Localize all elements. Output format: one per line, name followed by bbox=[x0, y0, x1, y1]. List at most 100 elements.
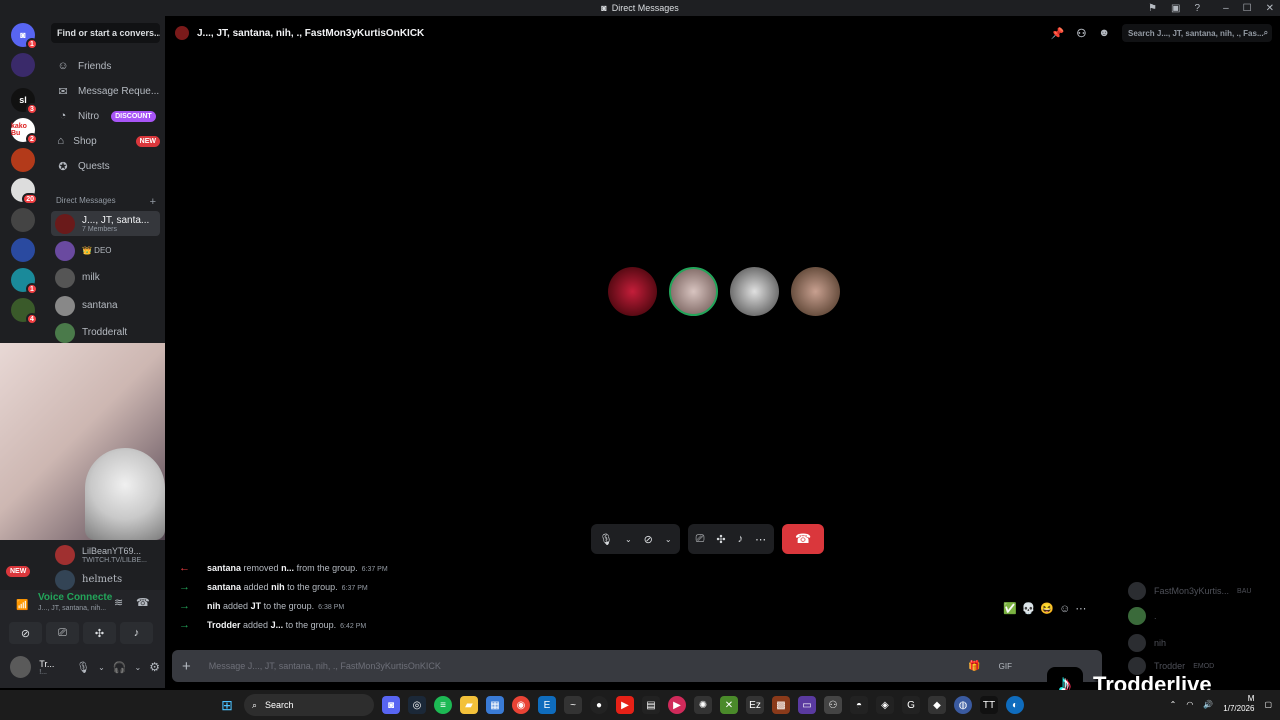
soundboard-icon[interactable]: ♪ bbox=[738, 533, 744, 545]
msg-target[interactable]: nih bbox=[271, 582, 285, 592]
chevron-down-icon[interactable]: ⌄ bbox=[98, 663, 105, 672]
chevron-down-icon[interactable]: ⌄ bbox=[665, 535, 672, 544]
windows-start-icon[interactable]: ⊞ bbox=[218, 696, 236, 714]
dm-item-group[interactable]: J..., JT, santa... 7 Members bbox=[51, 211, 160, 236]
screen-share-button[interactable]: ⎚ bbox=[46, 622, 79, 644]
wifi-icon[interactable]: ◠ bbox=[1186, 700, 1193, 709]
more-icon[interactable]: ⋯ bbox=[755, 533, 766, 546]
photos-app-icon[interactable]: ▦ bbox=[486, 696, 504, 714]
more-icon[interactable]: ⋯ bbox=[1075, 602, 1086, 615]
gif-icon[interactable]: GIF bbox=[999, 662, 1012, 671]
chevron-down-icon[interactable]: ⌄ bbox=[135, 663, 142, 672]
server-icon[interactable] bbox=[11, 53, 35, 77]
soundboard-button[interactable]: ♪ bbox=[120, 622, 153, 644]
app-icon[interactable]: ◈ bbox=[876, 696, 894, 714]
chevron-up-icon[interactable]: ⌃ bbox=[1170, 700, 1177, 709]
app-icon[interactable]: ◓ bbox=[850, 696, 868, 714]
msg-actor[interactable]: nih bbox=[207, 601, 221, 611]
camera-off-icon[interactable]: ⊘ bbox=[644, 533, 653, 546]
nav-nitro[interactable]: ◔ Nitro DISCOUNT bbox=[51, 105, 160, 127]
server-icon[interactable]: kako Bu 2 bbox=[11, 118, 38, 145]
message-composer[interactable]: + Message J..., JT, santana, nih, ., Fas… bbox=[172, 650, 1102, 682]
member-item[interactable]: FastMon3yKurtis... BAU bbox=[1128, 580, 1251, 602]
member-list-icon[interactable]: ☻ bbox=[1098, 27, 1110, 39]
server-icon[interactable]: 1 bbox=[11, 268, 38, 295]
help-icon[interactable]: ? bbox=[1194, 3, 1200, 14]
add-member-icon[interactable]: ⚇ bbox=[1077, 27, 1087, 40]
msg-actor[interactable]: santana bbox=[207, 582, 241, 592]
server-icon[interactable] bbox=[11, 238, 35, 262]
pin-icon[interactable]: 📌 bbox=[1051, 27, 1065, 40]
volume-icon[interactable]: 🔊 bbox=[1203, 700, 1213, 709]
app-icon[interactable]: ◍ bbox=[954, 696, 972, 714]
msg-actor[interactable]: santana bbox=[207, 563, 241, 573]
attach-plus-icon[interactable]: + bbox=[182, 658, 191, 675]
msg-actor[interactable]: Trodder bbox=[207, 620, 241, 630]
nav-quests[interactable]: ✪ Quests bbox=[51, 155, 160, 177]
close-button[interactable]: ✕ bbox=[1266, 3, 1274, 14]
media-app-icon[interactable]: ▶ bbox=[668, 696, 686, 714]
noise-suppression-icon[interactable]: ≋ bbox=[114, 596, 123, 609]
participant-avatar[interactable] bbox=[791, 267, 840, 316]
app-icon[interactable]: ~ bbox=[564, 696, 582, 714]
dm-item[interactable]: helmets bbox=[51, 567, 160, 592]
controller-app-icon[interactable]: ⚇ bbox=[824, 696, 842, 714]
msg-target[interactable]: J... bbox=[271, 620, 284, 630]
chevron-down-icon[interactable]: ⌄ bbox=[625, 535, 632, 544]
server-icon[interactable]: 4 bbox=[11, 298, 38, 325]
server-icon[interactable] bbox=[11, 148, 35, 172]
app-icon[interactable]: ✺ bbox=[694, 696, 712, 714]
obs-app-icon[interactable]: ● bbox=[590, 696, 608, 714]
spotify-app-icon[interactable]: ≡ bbox=[434, 696, 452, 714]
steam-app-icon[interactable]: ◎ bbox=[408, 696, 426, 714]
voice-channel[interactable]: J..., JT, santana, nih... bbox=[38, 605, 106, 612]
nav-message-requests[interactable]: ✉ Message Reque... bbox=[51, 80, 160, 102]
find-conversation-input[interactable]: Find or start a convers... bbox=[51, 23, 160, 43]
dm-item[interactable]: Trodderalt bbox=[51, 320, 160, 345]
participant-avatar[interactable] bbox=[608, 267, 657, 316]
headphones-icon[interactable]: 🎧 bbox=[113, 661, 127, 674]
disconnect-icon[interactable]: ☎ bbox=[136, 596, 150, 609]
dm-item[interactable]: milk bbox=[51, 265, 160, 290]
app-icon[interactable]: G bbox=[902, 696, 920, 714]
camera-button[interactable]: ⊘ bbox=[9, 622, 42, 644]
inbox-icon[interactable]: ⚑ bbox=[1148, 3, 1157, 14]
screen-share-icon[interactable]: ⎚ bbox=[696, 533, 705, 546]
app-icon[interactable]: TT bbox=[980, 696, 998, 714]
add-reaction-icon[interactable]: ☺ bbox=[1059, 603, 1070, 615]
participant-avatar[interactable] bbox=[730, 267, 779, 316]
msg-target[interactable]: JT bbox=[251, 601, 262, 611]
add-dm-icon[interactable]: + bbox=[150, 196, 156, 208]
dm-item[interactable]: santana bbox=[51, 293, 160, 318]
msg-target[interactable]: n... bbox=[281, 563, 294, 573]
screen-share-icon[interactable]: ▣ bbox=[1171, 3, 1180, 14]
chrome-app-icon[interactable]: ◉ bbox=[512, 696, 530, 714]
skull-reaction-icon[interactable]: 💀 bbox=[1022, 602, 1036, 615]
microphone-icon[interactable]: 🎙 bbox=[599, 533, 613, 546]
home-button[interactable]: ◙ 1 bbox=[11, 23, 38, 50]
minecraft-app-icon[interactable]: ✕ bbox=[720, 696, 738, 714]
server-icon[interactable]: 20 bbox=[11, 178, 38, 205]
server-icon[interactable] bbox=[11, 208, 35, 232]
settings-gear-icon[interactable]: ⚙ bbox=[149, 660, 160, 674]
activities-button[interactable]: ✣ bbox=[83, 622, 116, 644]
maximize-button[interactable]: ☐ bbox=[1243, 3, 1252, 14]
check-reaction-icon[interactable]: ✅ bbox=[1003, 602, 1017, 615]
app-icon[interactable]: ▩ bbox=[772, 696, 790, 714]
dm-item[interactable]: LilBeanYT69... TWITCH.TV/LILBE... bbox=[51, 542, 160, 567]
microphone-icon[interactable]: 🎙 bbox=[76, 661, 90, 674]
notifications-icon[interactable]: ▢ bbox=[1264, 700, 1272, 709]
file-explorer-icon[interactable]: ▰ bbox=[460, 696, 478, 714]
app-icon[interactable]: ▤ bbox=[642, 696, 660, 714]
minimize-button[interactable]: – bbox=[1223, 3, 1229, 14]
server-icon[interactable]: sl 3 bbox=[11, 88, 38, 115]
editor-app-icon[interactable]: E bbox=[538, 696, 556, 714]
taskbar-search[interactable]: ⌕ Search bbox=[244, 694, 374, 716]
nav-friends[interactable]: ☺ Friends bbox=[51, 55, 160, 77]
youtube-app-icon[interactable]: ▶ bbox=[616, 696, 634, 714]
activities-icon[interactable]: ✣ bbox=[716, 533, 725, 546]
voice-status[interactable]: Voice Connecte bbox=[38, 592, 112, 603]
participant-avatar[interactable] bbox=[669, 267, 718, 316]
dm-item[interactable]: 👑 DEO bbox=[51, 238, 160, 263]
nav-shop[interactable]: ⌂ Shop NEW bbox=[51, 130, 160, 152]
